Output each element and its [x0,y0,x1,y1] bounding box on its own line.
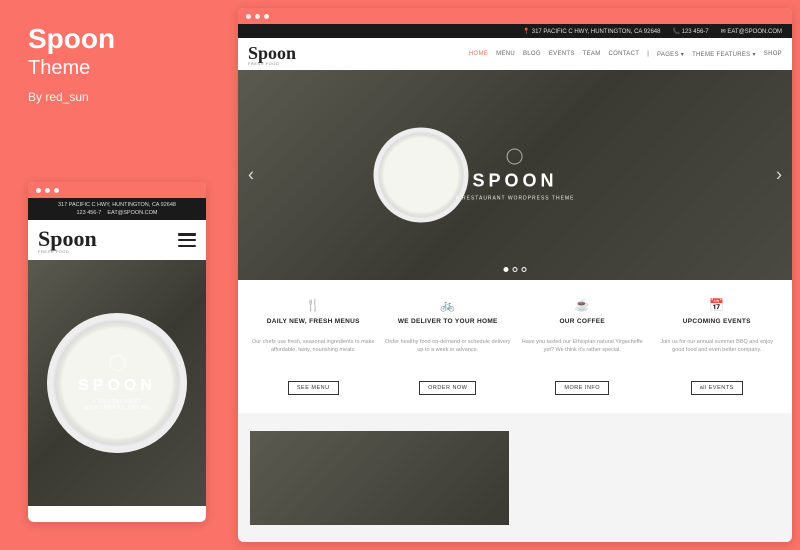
feature-title: WE DELIVER TO YOUR HOME [385,318,512,332]
slider-dot[interactable] [522,267,527,272]
slider-dots [504,267,527,272]
nav-theme-features[interactable]: THEME FEATURES ▾ [692,51,756,58]
slider-next-icon[interactable]: › [776,165,782,186]
feature-desc: Order healthy food on-demand or schedule… [385,338,512,366]
nav-events[interactable]: EVENTS [549,51,575,58]
main-nav: HOME MENU BLOG EVENTS TEAM CONTACT | PAG… [469,51,782,58]
features-row: 🍴 DAILY NEW, FRESH MENUS Our chefs use f… [238,280,792,413]
feature-desc: Have you tasted our Ethiopian natural Yi… [519,338,646,366]
feature-title: OUR COFFEE [519,318,646,332]
window-dot [246,14,251,19]
plate-image [373,128,468,223]
slider-dot[interactable] [513,267,518,272]
desktop-preview: 📍 317 PACIFIC C HWY, HUNTINGTON, CA 9264… [238,8,792,542]
theme-author: By red_sun [28,90,115,104]
calendar-icon: 📅 [654,298,781,312]
all-events-button[interactable]: all EVENTS [691,381,743,395]
hero-overlay: SPOON A RESTAURANT WORDPRESS THEME [456,149,575,202]
browser-chrome [238,8,792,24]
more-info-button[interactable]: MORE INFO [555,381,609,395]
nav-pages[interactable]: PAGES ▾ [657,51,684,58]
coffee-icon: ☕ [519,298,646,312]
slider-prev-icon[interactable]: ‹ [248,165,254,186]
promo-sidebar: Spoon Theme By red_sun [28,24,115,104]
slider-dot[interactable] [504,267,509,272]
address-text: 317 PACIFIC C HWY, HUNTINGTON, CA 92648 [532,29,661,35]
nav-menu[interactable]: MENU [496,51,515,58]
nav-divider: | [647,51,649,58]
email-text: EAT@SPOON.COM [107,210,157,216]
bicycle-icon: 🚲 [385,298,512,312]
address-text: 317 PACIFIC C HWY, HUNTINGTON, CA 92648 [58,202,176,208]
nav-team[interactable]: TEAM [583,51,601,58]
section-image [250,431,509,525]
secondary-section [238,413,792,542]
feature-events: 📅 UPCOMING EVENTS Join us for our annual… [654,298,781,395]
feature-desc: Our chefs use fresh, seasonal ingredient… [250,338,377,366]
phone-text: 123 456-7 [682,29,709,35]
hero-slider: SPOON A RESTAURANT WORDPRESS THEME ‹ › [238,70,792,280]
feature-title: UPCOMING EVENTS [654,318,781,332]
hero-overlay: SPOON A RESTAURANT WORDPRESS THEME [73,355,162,411]
hero-title: SPOON [73,377,162,395]
nav-home[interactable]: HOME [469,51,488,58]
email-text: EAT@SPOON.COM [727,29,782,35]
site-header: Spoon FRESH FOOD HOME MENU BLOG EVENTS T… [238,38,792,70]
feature-menus: 🍴 DAILY NEW, FRESH MENUS Our chefs use f… [250,298,377,395]
hamburger-menu-icon[interactable] [178,233,196,247]
hero-subtitle: A RESTAURANT WORDPRESS THEME [456,196,575,202]
nav-blog[interactable]: BLOG [523,51,541,58]
order-now-button[interactable]: ORDER NOW [419,381,476,395]
hero-subtitle: A RESTAURANT WORDPRESS THEME [73,399,162,411]
see-menu-button[interactable]: SEE MENU [288,381,339,395]
window-dot [255,14,260,19]
window-dot [45,188,50,193]
window-dot [36,188,41,193]
feature-delivery: 🚲 WE DELIVER TO YOUR HOME Order healthy … [385,298,512,395]
site-header: Spoon FRESH FOOD [28,220,206,260]
mobile-preview: 317 PACIFIC C HWY, HUNTINGTON, CA 92648 … [28,182,206,522]
nav-contact[interactable]: CONTACT [609,51,640,58]
feature-desc: Join us for our annual summer BBQ and en… [654,338,781,366]
cutlery-icon: 🍴 [250,298,377,312]
spoon-icon [507,149,523,165]
hero-slider: SPOON A RESTAURANT WORDPRESS THEME [28,260,206,506]
theme-subtitle: Theme [28,57,115,80]
theme-title: Spoon [28,24,115,55]
phone-text: 123 456-7 [76,210,101,216]
browser-chrome [28,182,206,198]
window-dot [264,14,269,19]
contact-topbar: 📍 317 PACIFIC C HWY, HUNTINGTON, CA 9264… [238,24,792,38]
spoon-icon [109,355,125,371]
feature-title: DAILY NEW, FRESH MENUS [250,318,377,332]
feature-coffee: ☕ OUR COFFEE Have you tasted our Ethiopi… [519,298,646,395]
section-content [521,431,780,525]
window-dot [54,188,59,193]
contact-topbar: 317 PACIFIC C HWY, HUNTINGTON, CA 92648 … [28,198,206,220]
hero-title: SPOON [456,171,575,192]
nav-shop[interactable]: SHOP [764,51,782,58]
